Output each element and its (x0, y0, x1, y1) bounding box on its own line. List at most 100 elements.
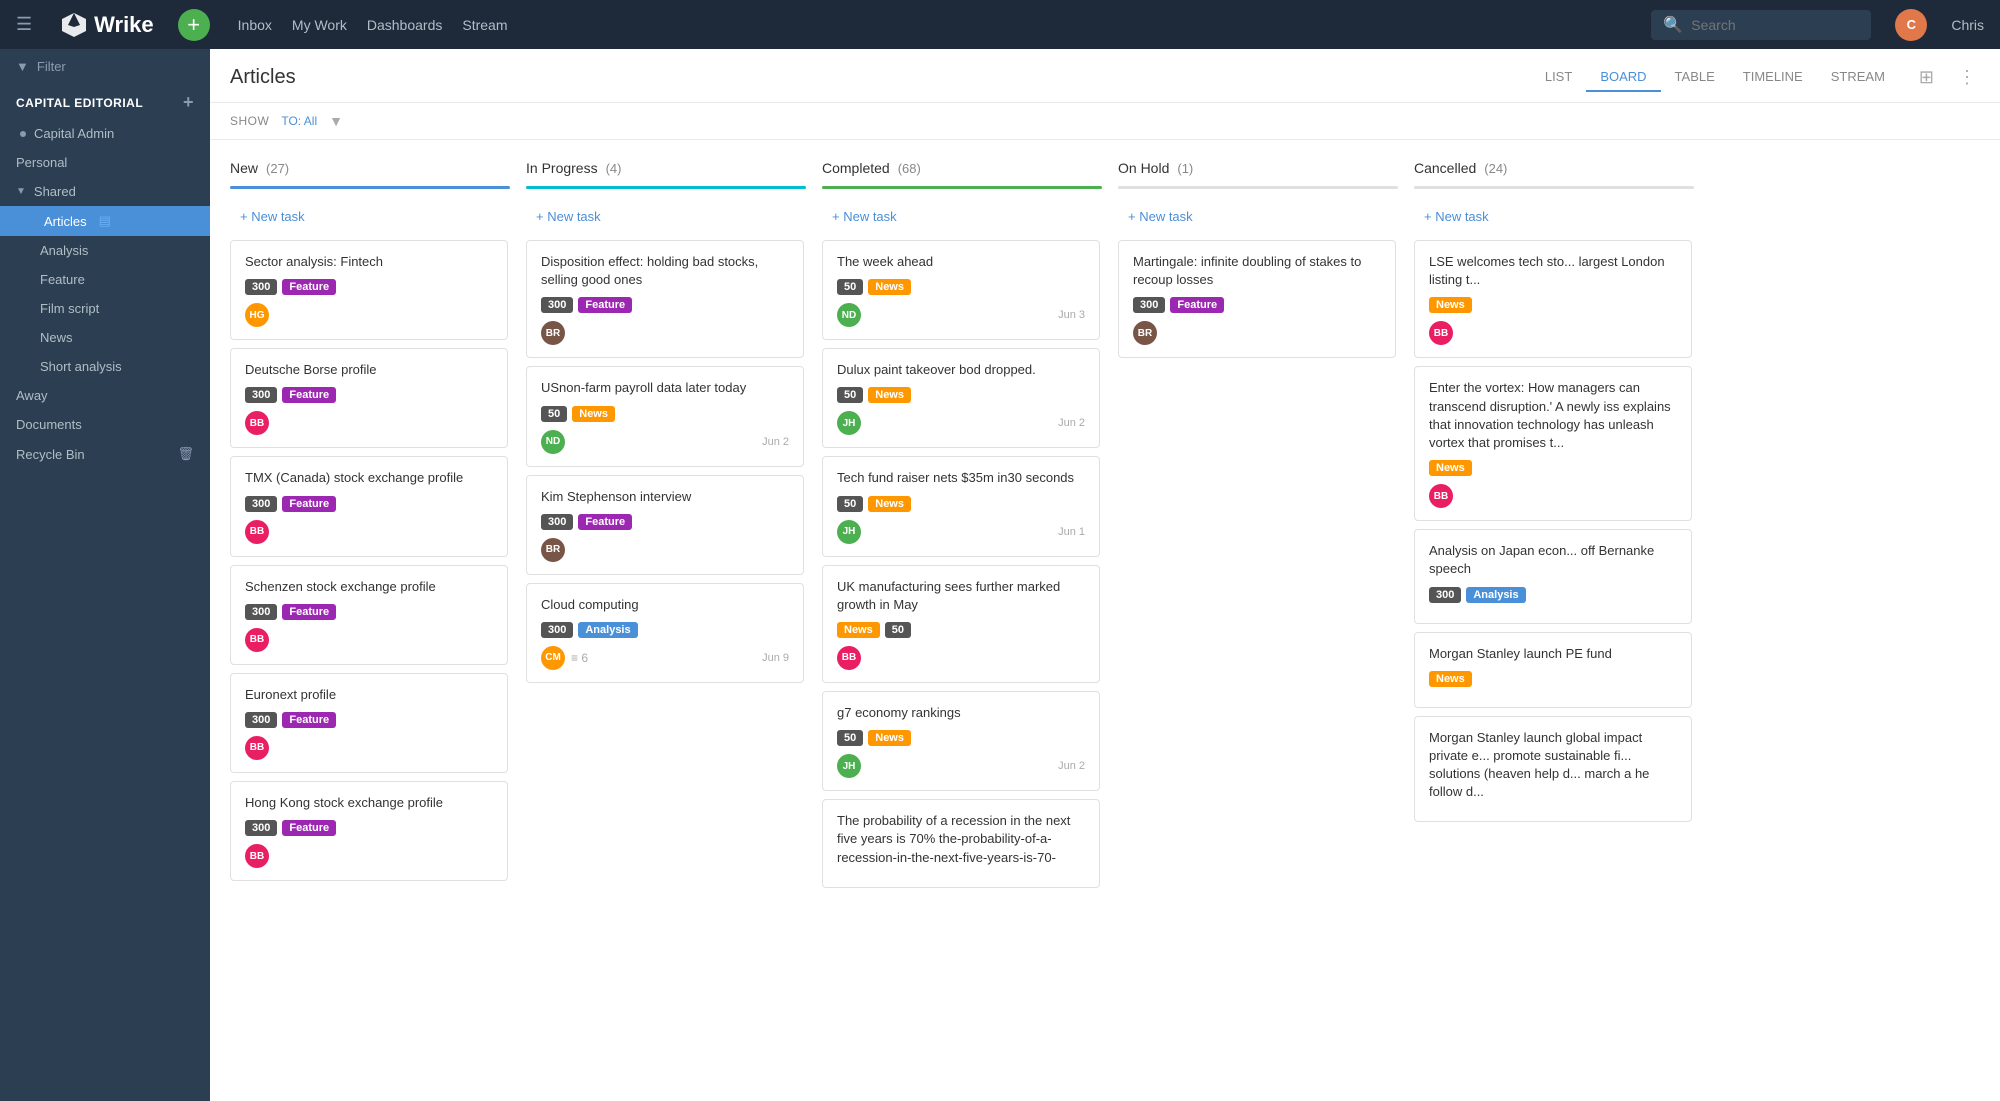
task-card[interactable]: Cloud computing300AnalysisCM≡ 6Jun 9 (526, 583, 804, 683)
dashboards-link[interactable]: Dashboards (367, 17, 443, 33)
sidebar-item-away[interactable]: Away (0, 381, 210, 410)
card-tag: 300 (541, 297, 573, 313)
task-card[interactable]: TMX (Canada) stock exchange profile300Fe… (230, 456, 508, 556)
task-card[interactable]: Euronext profile300FeatureBB (230, 673, 508, 773)
sidebar-item-recycle-bin[interactable]: Recycle Bin 🗑 (0, 439, 210, 469)
sidebar-item-articles[interactable]: Articles ▤ (0, 206, 210, 236)
delete-icon: 🗑 (177, 446, 194, 462)
task-card[interactable]: UK manufacturing sees further marked gro… (822, 565, 1100, 683)
task-card[interactable]: Morgan Stanley launch PE fundNews (1414, 632, 1692, 708)
column-line (230, 186, 510, 189)
column-inprogress: In Progress (4) + New taskDisposition ef… (526, 160, 806, 691)
sidebar-item-label: Documents (16, 417, 82, 432)
card-tag: 50 (837, 279, 863, 295)
sidebar-item-label: Feature (40, 272, 85, 287)
column-title: Completed (822, 160, 890, 176)
card-meta: BR (1133, 321, 1157, 345)
task-card[interactable]: Morgan Stanley launch global impact priv… (1414, 716, 1692, 823)
sidebar-item-film-script[interactable]: Film script (0, 294, 210, 323)
task-card[interactable]: The week ahead 50News NDJun 3 (822, 240, 1100, 340)
task-card[interactable]: Hong Kong stock exchange profile300Featu… (230, 781, 508, 881)
show-label: SHOW (230, 114, 269, 128)
sidebar-item-label: Capital Admin (34, 126, 114, 141)
username-label[interactable]: Chris (1951, 17, 1984, 33)
task-card[interactable]: Disposition effect: holding bad stocks, … (526, 240, 804, 358)
task-card[interactable]: Analysis on Japan econ... off Bernanke s… (1414, 529, 1692, 623)
main-area: ▼ Filter CAPITAL EDITORIAL + Capital Adm… (0, 49, 2000, 1101)
search-icon: 🔍 (1663, 15, 1683, 35)
sidebar-item-capital-admin[interactable]: Capital Admin (0, 119, 210, 148)
task-card[interactable]: g7 economy rankings50NewsJHJun 2 (822, 691, 1100, 791)
new-task-button[interactable]: + New task (1414, 201, 1694, 232)
card-title: Kim Stephenson interview (541, 488, 789, 506)
content-area: Articles LIST BOARD TABLE TIMELINE STREA… (210, 49, 2000, 1101)
sidebar-item-personal[interactable]: Personal (0, 148, 210, 177)
sidebar-item-feature[interactable]: Feature (0, 265, 210, 294)
task-card[interactable]: Enter the vortex: How managers can trans… (1414, 366, 1692, 521)
sidebar-item-news[interactable]: News (0, 323, 210, 352)
mywork-link[interactable]: My Work (292, 17, 347, 33)
grid-icon[interactable]: ⊞ (1915, 63, 1938, 92)
task-card[interactable]: Dulux paint takeover bod dropped.50NewsJ… (822, 348, 1100, 448)
card-title: Euronext profile (245, 686, 493, 704)
column-onhold: On Hold (1) + New taskMartingale: infini… (1118, 160, 1398, 366)
column-header-completed: Completed (68) (822, 160, 1102, 176)
card-meta: CM≡ 6 (541, 646, 588, 670)
menu-icon[interactable]: ☰ (16, 14, 32, 35)
new-task-button[interactable]: + New task (1118, 201, 1398, 232)
card-meta: ND (837, 303, 861, 327)
card-title: TMX (Canada) stock exchange profile (245, 469, 493, 487)
sidebar-item-documents[interactable]: Documents (0, 410, 210, 439)
tab-list[interactable]: LIST (1531, 63, 1586, 92)
tab-stream[interactable]: STREAM (1817, 63, 1899, 92)
search-bar[interactable]: 🔍 (1651, 10, 1871, 40)
stream-link[interactable]: Stream (462, 17, 507, 33)
card-tags: 50News (837, 730, 1085, 746)
task-card[interactable]: The probability of a recession in the ne… (822, 799, 1100, 888)
task-card[interactable]: LSE welcomes tech sto... largest London … (1414, 240, 1692, 358)
card-tags: News (1429, 460, 1677, 476)
task-card[interactable]: Martingale: infinite doubling of stakes … (1118, 240, 1396, 358)
more-options-icon[interactable]: ⋮ (1954, 63, 1980, 92)
filter-funnel-icon[interactable]: ▼ (329, 113, 343, 129)
card-title: The week ahead (837, 253, 1085, 271)
task-card[interactable]: USnon-farm payroll data later today50New… (526, 366, 804, 466)
new-task-button[interactable]: + New task (526, 201, 806, 232)
task-card[interactable]: Kim Stephenson interview300FeatureBR (526, 475, 804, 575)
filter-to-all[interactable]: TO: All (281, 114, 317, 128)
sidebar-item-label: Shared (34, 184, 76, 199)
card-tags: 50News (837, 387, 1085, 403)
column-cards-inprogress: Disposition effect: holding bad stocks, … (526, 240, 806, 691)
card-tags: 300Feature (541, 297, 789, 313)
card-footer: NDJun 3 (837, 303, 1085, 327)
card-tags: 50News (837, 279, 1085, 295)
tab-timeline[interactable]: TIMELINE (1729, 63, 1817, 92)
sidebar-section-add-button[interactable]: + (183, 92, 194, 113)
search-input[interactable] (1691, 17, 1859, 33)
filter-button[interactable]: ▼ Filter (0, 49, 210, 84)
card-meta: BB (245, 844, 269, 868)
sidebar-item-short-analysis[interactable]: Short analysis (0, 352, 210, 381)
task-card[interactable]: Sector analysis: Fintech300FeatureHG (230, 240, 508, 340)
inbox-link[interactable]: Inbox (238, 17, 272, 33)
new-task-button[interactable]: + New task (230, 201, 510, 232)
column-cancelled: Cancelled (24) + New taskLSE welcomes te… (1414, 160, 1694, 830)
user-avatar[interactable]: C (1895, 9, 1927, 41)
card-footer: BR (541, 538, 789, 562)
header-actions: LIST BOARD TABLE TIMELINE STREAM ⊞ ⋮ (1531, 63, 1980, 92)
card-tag: Feature (282, 604, 336, 620)
task-card[interactable]: Tech fund raiser nets $35m in30 seconds5… (822, 456, 1100, 556)
card-meta: JH (837, 520, 861, 544)
card-footer: BR (541, 321, 789, 345)
add-button[interactable]: + (178, 9, 210, 41)
new-task-button[interactable]: + New task (822, 201, 1102, 232)
sidebar-item-shared[interactable]: ▼ Shared (0, 177, 210, 206)
sidebar-item-analysis[interactable]: Analysis (0, 236, 210, 265)
tab-table[interactable]: TABLE (1661, 63, 1729, 92)
tab-board[interactable]: BOARD (1586, 63, 1660, 92)
task-card[interactable]: Schenzen stock exchange profile300Featur… (230, 565, 508, 665)
column-title: In Progress (526, 160, 598, 176)
task-card[interactable]: Deutsche Borse profile300FeatureBB (230, 348, 508, 448)
card-tag: Feature (1170, 297, 1224, 313)
card-tag: News (1429, 297, 1472, 313)
